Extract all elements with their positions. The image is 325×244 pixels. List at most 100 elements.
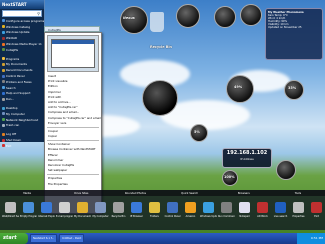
dock-category[interactable]: Quick Search — [163, 192, 217, 195]
panel-item-icon — [2, 112, 5, 116]
panel-item-icon — [2, 62, 5, 66]
disk-gauge[interactable] — [226, 75, 254, 103]
globe-widget[interactable] — [142, 80, 178, 116]
dock-item[interactable]: Empty Programs — [20, 196, 37, 230]
dock-item[interactable]: Properties — [290, 196, 307, 230]
context-menu-item[interactable]: Browse Container with NextSTART — [45, 147, 101, 152]
battery-percent: 100% — [224, 175, 235, 179]
cpu-percent: 5% — [194, 130, 200, 134]
nexus-label: Nexus — [123, 16, 135, 20]
nexus-dock-icon[interactable] — [120, 6, 148, 34]
dock-item[interactable]: Web/Direct Search — [2, 196, 19, 230]
panel-item[interactable]: Exit — [0, 143, 44, 149]
panel-item-icon — [2, 42, 5, 46]
cpu-gauge[interactable] — [214, 6, 236, 28]
panel-item-icon — [2, 144, 5, 148]
dock-item-icon — [167, 202, 178, 213]
panel-item-icon — [2, 36, 5, 40]
dock-category[interactable]: Tools — [271, 192, 325, 195]
panel-item-label: Help and Support — [6, 91, 31, 96]
dock-item[interactable]: Control Panel — [164, 196, 181, 230]
ram-gauge[interactable] — [240, 4, 262, 26]
dock-item-icon — [131, 202, 142, 213]
panel-item-label: Windows Media Player 11 — [6, 42, 42, 47]
clock-gadget[interactable] — [176, 4, 200, 28]
panel-item-icon — [2, 80, 5, 84]
dock-item-icon — [41, 202, 52, 213]
dock-item-icon — [221, 202, 232, 213]
dock-item-icon — [203, 202, 214, 213]
dock-item[interactable]: Recycle Bin — [110, 196, 127, 230]
dock-item-label: My Documents — [74, 215, 91, 218]
panel-item-label: Log Off — [6, 132, 17, 137]
dock-item[interactable]: Amazon — [182, 196, 199, 230]
dock-item[interactable]: Live search — [272, 196, 289, 230]
dock-item[interactable]: Exit — [308, 196, 325, 230]
panel-item-icon — [2, 138, 5, 142]
dock-item-icon — [149, 202, 160, 213]
context-menu: Insert Print visualize Edition Imprimer Prin… — [44, 32, 102, 214]
start-button[interactable]: start — [0, 233, 28, 244]
search-input[interactable]: ⚲ — [2, 10, 42, 17]
menu-separator — [47, 174, 99, 176]
panel-item-label: CutieJPG — [6, 47, 18, 52]
panel-item-label: Printers and Faxes — [6, 79, 32, 84]
context-menu-item[interactable]: Set wallpaper — [45, 168, 101, 173]
dock-item-label: IE Browser — [130, 215, 143, 218]
context-menu-item[interactable]: Copier — [45, 134, 101, 139]
search-icon: ⚲ — [37, 11, 40, 16]
dock: Web/Direct SearchEmpty ProgramsInternet … — [0, 196, 325, 230]
dock-category[interactable]: Media — [0, 192, 54, 195]
dock-item-label: Properties — [292, 215, 305, 218]
taskbar-task[interactable]: Nextstart 6.1 f... — [30, 234, 58, 243]
dock-item-label: Amazon — [185, 215, 196, 218]
taskbar: start Nextstart 6.1 f... Untitled - Pain… — [0, 233, 325, 244]
context-menu-item[interactable]: Envoyer vers — [45, 121, 101, 126]
weather-line: Updated on November 25 — [268, 26, 302, 29]
dock-category[interactable]: Rounded Photos — [108, 192, 162, 195]
dock-item[interactable]: E-mail programs — [56, 196, 73, 230]
context-menu-item[interactable]: Compress to "CutieJPG.rar" and email — [45, 116, 101, 121]
panel-item-label: Shut Down — [6, 138, 22, 143]
dock-item[interactable]: Notepad — [236, 196, 253, 230]
dock-item[interactable]: My Computer — [92, 196, 109, 230]
panel-item-label: Recent Documents — [6, 68, 33, 73]
dock-item[interactable]: Folders — [146, 196, 163, 230]
dock-item[interactable]: Run Command — [218, 196, 235, 230]
weather-gadget[interactable]: My Weather Phenomena Kars Temp: 0°C Wind… — [265, 8, 323, 60]
recycle-bin-icon[interactable] — [150, 12, 164, 32]
dock-item-icon — [113, 202, 124, 213]
taskbar-task[interactable]: Untitled - Paint — [59, 234, 85, 243]
context-menu-item[interactable]: File Properties — [45, 182, 101, 187]
dock-item-icon — [5, 202, 16, 213]
ip-address-label: IP Address — [240, 158, 254, 161]
dock-item-icon — [95, 202, 106, 213]
dock-item[interactable]: Internet Explorer — [38, 196, 55, 230]
panel-item-label: WinRAR — [6, 36, 17, 41]
panel-item-icon — [2, 25, 5, 29]
ram-usage-gauge[interactable] — [284, 80, 304, 100]
disk-percent: 49% — [234, 85, 243, 89]
dock-item[interactable]: AD Block — [254, 196, 271, 230]
panel-item-label: Control Panel — [6, 74, 25, 79]
dock-item[interactable]: IE Browser — [128, 196, 145, 230]
panel-title: NextSTART — [0, 0, 44, 9]
dock-category[interactable]: Drive Sites — [54, 192, 108, 195]
dock-item-icon — [77, 202, 88, 213]
system-tray-clock: 9:51 PM — [297, 233, 325, 244]
panel-item-icon — [2, 57, 5, 61]
dock-item-label: Exit — [314, 215, 319, 218]
dock-item-icon — [275, 202, 286, 213]
panel-menu: Configure access programs Windows Catalog… — [0, 18, 44, 149]
dock-category[interactable]: Browsers — [217, 192, 271, 195]
dock-item-label: Control Panel — [164, 215, 181, 218]
dock-item[interactable]: My Documents — [74, 196, 91, 230]
panel-item-label: My Computer — [6, 111, 25, 116]
panel-item-icon — [2, 118, 5, 122]
volume-gauge[interactable] — [276, 160, 296, 180]
panel-item-icon — [2, 74, 5, 78]
menu-separator — [47, 140, 99, 142]
dock-item[interactable]: Windows Update — [200, 196, 217, 230]
panel-item-label: Configure access programs — [6, 18, 44, 23]
image-preview — [47, 35, 99, 72]
